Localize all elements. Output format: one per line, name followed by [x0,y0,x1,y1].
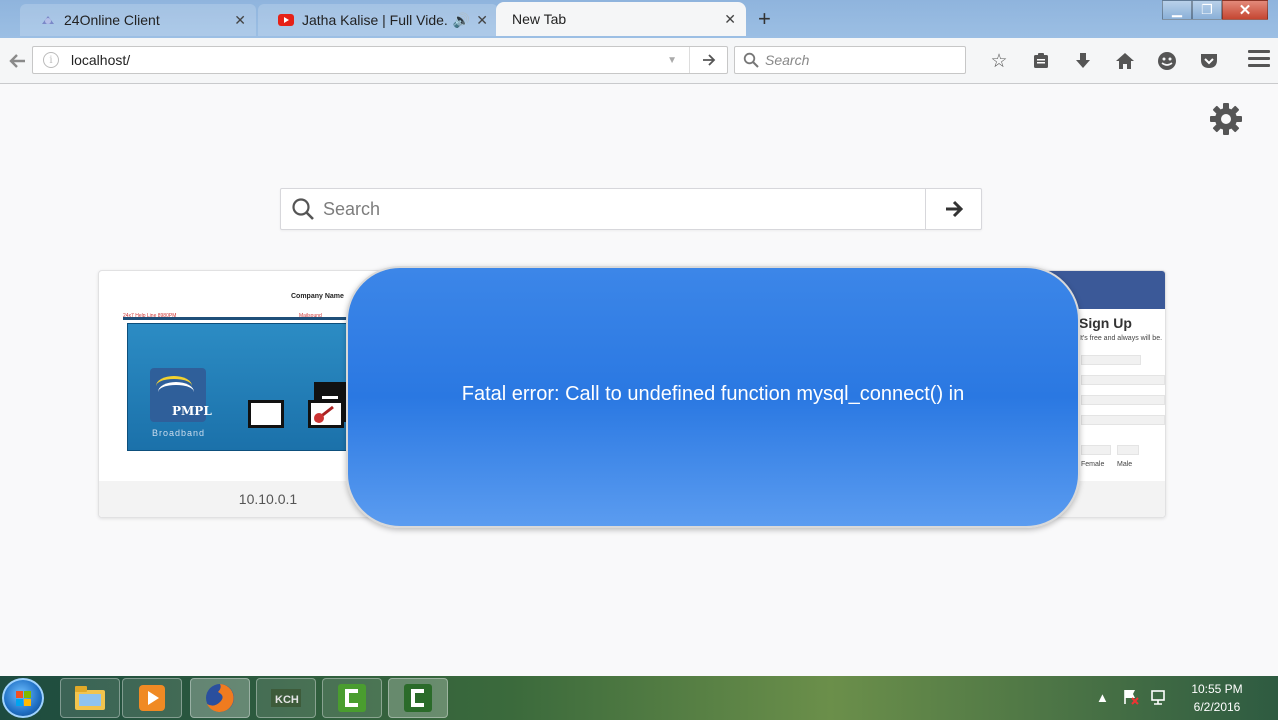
hello-chat-icon[interactable] [1146,48,1188,74]
thumb-field [1081,445,1111,455]
explorer-icon[interactable] [60,678,120,718]
pocket-icon[interactable] [1188,48,1230,74]
clock[interactable]: 10:55 PM 6/2/2016 [1184,680,1250,716]
thumb-image [308,400,344,428]
thumb-field [1081,355,1141,365]
youtube-icon [278,14,294,26]
toolbar: ☆ [978,48,1230,74]
window-controls: ▁ ❐ ✕ [1162,0,1268,20]
close-icon[interactable]: ✕ [234,12,246,29]
close-icon[interactable]: ✕ [724,11,736,28]
error-message: Fatal error: Call to undefined function … [461,382,965,405]
svg-text:KCH: KCH [275,694,299,706]
restore-button[interactable]: ❐ [1192,0,1222,20]
url-text[interactable]: localhost/ [71,52,667,68]
action-center-flag-icon[interactable] [1122,688,1140,706]
taskbar: KCH ▲ 10:55 PM 6/2/2016 [0,676,1278,720]
bookmarks-list-icon[interactable] [1020,48,1062,74]
new-tab-button[interactable]: + [758,6,771,32]
thumb-field [1081,395,1165,405]
show-hidden-icons-icon[interactable]: ▲ [1096,690,1109,705]
clock-time: 10:55 PM [1191,682,1243,696]
minimize-button[interactable]: ▁ [1162,0,1192,20]
thumb-gender-male: Male [1117,461,1133,468]
firefox-icon[interactable] [190,678,250,718]
media-player-icon[interactable] [122,678,182,718]
tab-label: Jatha Kalise | Full Vide... [302,12,447,28]
tab-label: New Tab [512,11,567,27]
thumb-field [1081,415,1165,425]
clock-date: 6/2/2016 [1193,700,1241,714]
tab-24online[interactable]: 24Online Client ✕ [20,4,256,36]
tab-strip: 24Online Client ✕ Jatha Kalise | Full Vi… [0,0,1278,38]
logo-subtext: Broadband [152,428,206,438]
speaker-icon[interactable]: 🔊 [453,12,470,29]
camtasia-recorder-icon[interactable] [388,678,448,718]
thumb-gender-female: Female [1081,461,1105,468]
url-bar[interactable]: i localhost/ ▼ [32,46,728,74]
tab-youtube[interactable]: Jatha Kalise | Full Vide... 🔊 ✕ [258,4,498,36]
dropdown-arrow-icon[interactable]: ▼ [667,55,677,66]
home-icon[interactable] [1104,48,1146,74]
download-icon[interactable] [1062,48,1104,74]
logo-text: PMPL [172,404,212,418]
thumb-image [248,400,284,428]
close-icon[interactable]: ✕ [476,12,488,29]
arrow-right-icon [702,54,715,66]
start-button[interactable] [2,678,44,718]
thumb-title: Company Name [291,293,344,300]
xampp-icon[interactable]: KCH [256,678,316,718]
error-callout: Fatal error: Call to undefined function … [346,266,1080,528]
camtasia-icon[interactable] [322,678,382,718]
hamburger-menu-icon[interactable] [1248,50,1270,71]
close-window-button[interactable]: ✕ [1222,0,1268,20]
page-search-go-button[interactable] [925,189,981,229]
page-search-input[interactable]: Search [323,199,925,220]
windows-logo-icon [16,691,31,706]
search-icon [292,198,314,220]
browser-search-bar[interactable]: Search [734,46,966,74]
back-arrow-icon [9,54,25,68]
thumb-field [1117,445,1139,455]
arrow-right-icon [945,200,963,218]
tab-label: 24Online Client [64,12,160,28]
bookmark-star-icon[interactable]: ☆ [978,48,1020,74]
thumb-field [1081,375,1165,385]
search-icon [743,52,759,68]
tab-new-tab[interactable]: New Tab ✕ [496,2,746,36]
thumb-heading: Sign Up [1079,315,1132,331]
page-search-box[interactable]: Search [280,188,982,230]
gear-icon[interactable] [1208,101,1244,137]
globe-icon [42,16,54,24]
go-button[interactable] [689,47,727,73]
nav-bar: i localhost/ ▼ Search ☆ [0,38,1278,84]
network-icon[interactable] [1150,688,1168,706]
info-icon[interactable]: i [43,52,59,68]
search-placeholder: Search [765,52,810,68]
back-button[interactable] [4,47,32,75]
thumb-subtext: It's free and always will be. [1079,335,1163,342]
